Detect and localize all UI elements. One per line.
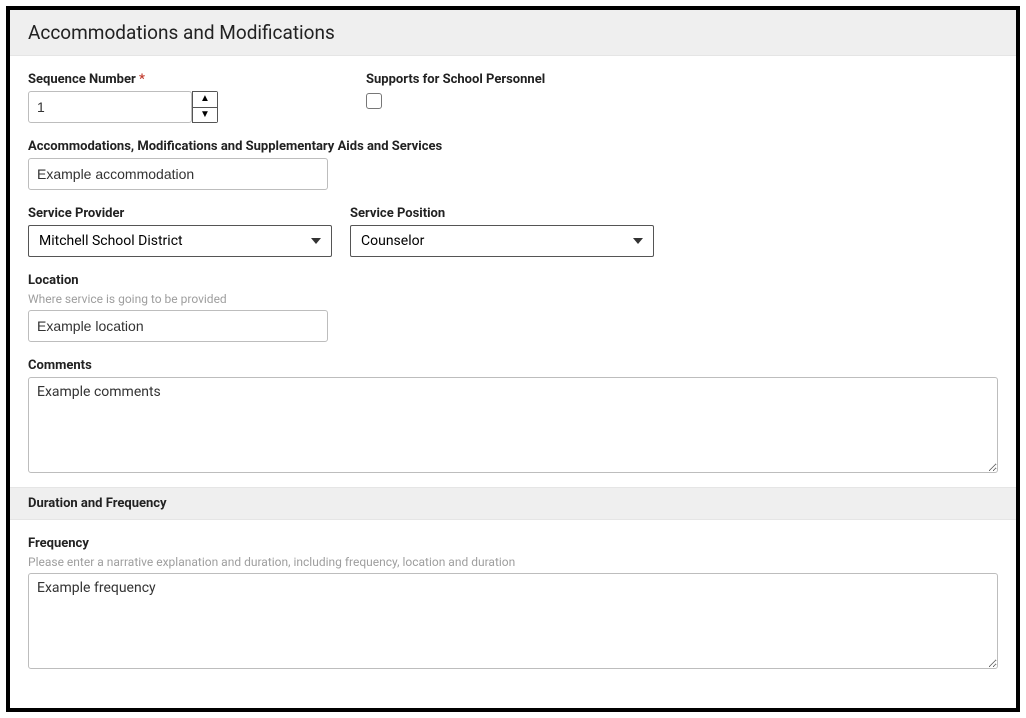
section-header: Accommodations and Modifications bbox=[10, 10, 1016, 56]
service-position-label: Service Position bbox=[350, 206, 654, 221]
supports-checkbox[interactable] bbox=[366, 93, 382, 109]
duration-body: Frequency Please enter a narrative expla… bbox=[10, 520, 1016, 673]
sequence-number-input[interactable] bbox=[28, 91, 192, 123]
aids-label: Accommodations, Modifications and Supple… bbox=[28, 139, 998, 154]
frequency-textarea[interactable] bbox=[28, 573, 998, 669]
service-provider-value: Mitchell School District bbox=[39, 233, 183, 249]
duration-subheader: Duration and Frequency bbox=[10, 487, 1016, 520]
service-position-field: Service Position Counselor bbox=[350, 206, 654, 257]
section-title: Accommodations and Modifications bbox=[28, 21, 335, 44]
step-down-button[interactable]: ▼ bbox=[193, 108, 217, 123]
frequency-field: Frequency Please enter a narrative expla… bbox=[28, 536, 998, 669]
step-up-button[interactable]: ▲ bbox=[193, 92, 217, 108]
aids-field: Accommodations, Modifications and Supple… bbox=[28, 139, 998, 190]
frequency-helper: Please enter a narrative explanation and… bbox=[28, 555, 998, 569]
form-container: Accommodations and Modifications Sequenc… bbox=[6, 6, 1020, 712]
supports-label: Supports for School Personnel bbox=[366, 72, 545, 87]
aids-input[interactable] bbox=[28, 158, 328, 190]
chevron-down-icon bbox=[311, 238, 321, 244]
service-provider-select[interactable]: Mitchell School District bbox=[28, 225, 332, 257]
service-provider-label: Service Provider bbox=[28, 206, 332, 221]
service-provider-field: Service Provider Mitchell School Distric… bbox=[28, 206, 332, 257]
comments-textarea[interactable] bbox=[28, 377, 998, 473]
comments-label: Comments bbox=[28, 358, 998, 373]
location-helper: Where service is going to be provided bbox=[28, 292, 328, 306]
sequence-number-label: Sequence Number * bbox=[28, 72, 348, 87]
supports-field: Supports for School Personnel bbox=[366, 72, 545, 109]
required-indicator: * bbox=[139, 72, 145, 87]
duration-title: Duration and Frequency bbox=[28, 496, 167, 511]
sequence-number-field: Sequence Number * ▲ ▼ bbox=[28, 72, 348, 123]
stepper-buttons: ▲ ▼ bbox=[192, 91, 218, 123]
location-label: Location bbox=[28, 273, 328, 288]
comments-field: Comments bbox=[28, 358, 998, 473]
form-body: Sequence Number * ▲ ▼ Supports for Schoo… bbox=[10, 56, 1016, 487]
service-position-value: Counselor bbox=[361, 233, 424, 249]
location-field: Location Where service is going to be pr… bbox=[28, 273, 328, 342]
frequency-label: Frequency bbox=[28, 536, 998, 551]
location-input[interactable] bbox=[28, 310, 328, 342]
chevron-down-icon bbox=[633, 238, 643, 244]
service-position-select[interactable]: Counselor bbox=[350, 225, 654, 257]
sequence-number-stepper[interactable]: ▲ ▼ bbox=[28, 91, 218, 123]
